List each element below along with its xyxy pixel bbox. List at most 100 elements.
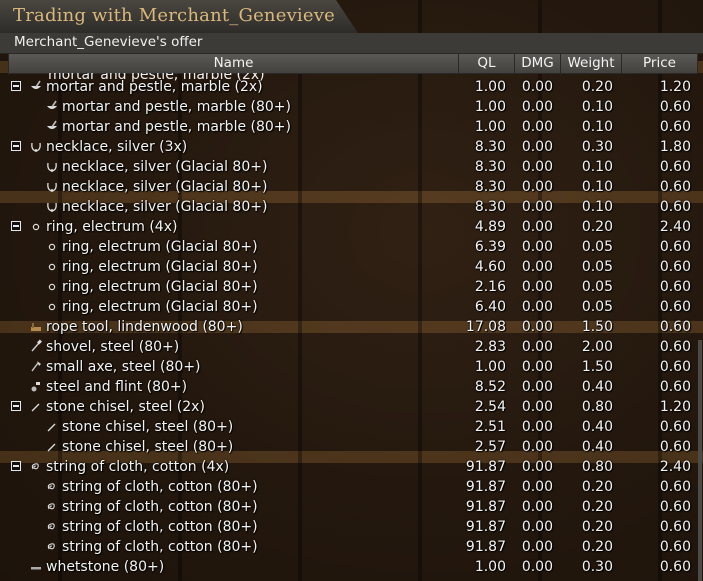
necklace-icon bbox=[46, 179, 58, 193]
item-row[interactable]: whetstone (80+) 1.00 0.00 0.30 0.60 bbox=[8, 557, 696, 577]
group-row[interactable]: ring, electrum (4x) 4.89 0.00 0.20 2.40 bbox=[8, 217, 696, 237]
column-header-ql[interactable]: QL bbox=[459, 54, 515, 73]
group-row[interactable]: necklace, silver (3x) 8.30 0.00 0.30 1.80 bbox=[8, 137, 696, 157]
ring-icon bbox=[30, 219, 42, 233]
item-weight: 0.05 bbox=[581, 279, 613, 295]
item-dmg: 0.00 bbox=[521, 299, 553, 315]
collapse-toggle-icon[interactable] bbox=[11, 81, 21, 91]
item-row[interactable]: steel and flint (80+) 8.52 0.00 0.40 0.60 bbox=[8, 377, 696, 397]
ring-icon bbox=[46, 239, 58, 253]
item-dmg: 0.00 bbox=[521, 459, 553, 475]
item-row[interactable]: string of cloth, cotton (80+) 91.87 0.00 0.… bbox=[8, 497, 696, 517]
item-name: necklace, silver (Glacial 80+) bbox=[62, 179, 268, 195]
item-dmg: 0.00 bbox=[521, 479, 553, 495]
item-dmg: 0.00 bbox=[521, 79, 553, 95]
item-name: steel and flint (80+) bbox=[46, 379, 188, 395]
item-dmg: 0.00 bbox=[521, 199, 553, 215]
column-header-dmg[interactable]: DMG bbox=[515, 54, 561, 73]
item-ql: 4.60 bbox=[474, 259, 506, 275]
item-row[interactable]: ring, electrum (Glacial 80+) 2.16 0.00 0.05… bbox=[8, 277, 696, 297]
item-weight: 0.10 bbox=[581, 99, 613, 115]
item-weight: 0.20 bbox=[581, 79, 613, 95]
item-ql: 91.87 bbox=[465, 519, 506, 535]
item-row[interactable]: string of cloth, cotton (80+) 91.87 0.00 0.… bbox=[8, 517, 696, 537]
item-weight: 0.80 bbox=[581, 459, 613, 475]
item-row[interactable]: stone chisel, steel (80+) 2.57 0.00 0.40 0.6… bbox=[8, 437, 696, 457]
group-row[interactable]: mortar and pestle, marble (2x) 1.00 0.00 0.… bbox=[8, 77, 696, 97]
item-ql: 91.87 bbox=[465, 539, 506, 555]
collapse-toggle-icon[interactable] bbox=[11, 461, 21, 471]
item-name: string of cloth, cotton (80+) bbox=[62, 519, 258, 535]
item-dmg: 0.00 bbox=[521, 359, 553, 375]
item-row[interactable]: necklace, silver (Glacial 80+) 8.30 0.00 0.… bbox=[8, 197, 696, 217]
item-dmg: 0.00 bbox=[521, 179, 553, 195]
item-row[interactable]: shovel, steel (80+) 2.83 0.00 2.00 0.60 bbox=[8, 337, 696, 357]
item-dmg: 0.00 bbox=[521, 499, 553, 515]
column-header-price[interactable]: Price bbox=[622, 54, 697, 73]
item-ql: 1.00 bbox=[474, 359, 506, 375]
scrollbar[interactable] bbox=[698, 340, 702, 581]
item-price: 0.60 bbox=[659, 179, 691, 195]
item-row[interactable]: string of cloth, cotton (80+) 91.87 0.00 0.… bbox=[8, 477, 696, 497]
item-weight: 0.30 bbox=[581, 559, 613, 575]
item-name: string of cloth, cotton (80+) bbox=[62, 499, 258, 515]
item-weight: 0.10 bbox=[581, 119, 613, 135]
group-row[interactable]: stone chisel, steel (2x) 2.54 0.00 0.80 1.20 bbox=[8, 397, 696, 417]
item-price: 0.60 bbox=[659, 239, 691, 255]
collapse-toggle-icon[interactable] bbox=[11, 401, 21, 411]
item-weight: 0.30 bbox=[581, 139, 613, 155]
item-name: string of cloth, cotton (80+) bbox=[62, 539, 258, 555]
collapse-toggle-icon[interactable] bbox=[11, 141, 21, 151]
necklace-icon bbox=[46, 159, 58, 173]
axe-icon bbox=[30, 359, 42, 373]
item-row[interactable]: mortar and pestle, marble (80+) 1.00 0.00 0… bbox=[8, 97, 696, 117]
item-price: 0.60 bbox=[659, 379, 691, 395]
item-row[interactable]: ring, electrum (Glacial 80+) 4.60 0.00 0.05… bbox=[8, 257, 696, 277]
item-row[interactable]: necklace, silver (Glacial 80+) 8.30 0.00 0.… bbox=[8, 177, 696, 197]
column-header-name[interactable]: Name bbox=[9, 54, 459, 73]
item-name: mortar and pestle, marble (80+) bbox=[62, 99, 291, 115]
item-price: 0.60 bbox=[659, 299, 691, 315]
item-row[interactable]: rope tool, lindenwood (80+) 17.08 0.00 1.50… bbox=[8, 317, 696, 337]
item-row[interactable]: small axe, steel (80+) 1.00 0.00 1.50 0.60 bbox=[8, 357, 696, 377]
item-row[interactable]: string of cloth, cotton (80+) 91.87 0.00 0.… bbox=[8, 537, 696, 557]
item-weight: 0.10 bbox=[581, 199, 613, 215]
chisel-icon bbox=[46, 419, 58, 433]
item-row[interactable]: ring, electrum (Glacial 80+) 6.40 0.00 0.05… bbox=[8, 297, 696, 317]
item-dmg: 0.00 bbox=[521, 339, 553, 355]
item-row[interactable]: stone chisel, steel (80+) 2.51 0.00 0.40 0.6… bbox=[8, 417, 696, 437]
item-weight: 0.20 bbox=[581, 499, 613, 515]
item-weight: 0.20 bbox=[581, 479, 613, 495]
window-title-tab[interactable]: Trading with Merchant_Genevieve bbox=[0, 0, 358, 33]
mortar-pestle-icon bbox=[46, 119, 58, 133]
item-name: stone chisel, steel (80+) bbox=[62, 439, 234, 455]
item-name: small axe, steel (80+) bbox=[46, 359, 201, 375]
item-dmg: 0.00 bbox=[521, 159, 553, 175]
item-ql: 8.52 bbox=[474, 379, 506, 395]
item-row[interactable]: ring, electrum (Glacial 80+) 6.39 0.00 0.05… bbox=[8, 237, 696, 257]
item-dmg: 0.00 bbox=[521, 399, 553, 415]
item-ql: 6.40 bbox=[474, 299, 506, 315]
item-dmg: 0.00 bbox=[521, 279, 553, 295]
string-cloth-icon bbox=[46, 479, 58, 493]
collapse-toggle-icon[interactable] bbox=[11, 221, 21, 231]
table-header: Name QL DMG Weight Price bbox=[8, 53, 698, 74]
column-header-weight[interactable]: Weight bbox=[561, 54, 622, 73]
item-dmg: 0.00 bbox=[521, 539, 553, 555]
mortar-pestle-icon bbox=[30, 79, 42, 93]
item-ql: 2.54 bbox=[474, 399, 506, 415]
string-cloth-icon bbox=[30, 459, 42, 473]
item-name: string of cloth, cotton (80+) bbox=[62, 479, 258, 495]
item-dmg: 0.00 bbox=[521, 559, 553, 575]
ring-icon bbox=[46, 279, 58, 293]
item-ql: 2.16 bbox=[474, 279, 506, 295]
item-weight: 0.05 bbox=[581, 299, 613, 315]
item-row[interactable]: necklace, silver (Glacial 80+) 8.30 0.00 0.… bbox=[8, 157, 696, 177]
item-row[interactable]: mortar and pestle, marble (80+) 1.00 0.00 0… bbox=[8, 117, 696, 137]
item-ql: 91.87 bbox=[465, 499, 506, 515]
item-weight: 0.20 bbox=[581, 219, 613, 235]
item-price: 2.40 bbox=[659, 219, 691, 235]
item-list[interactable]: mortar and pestle, marble (2x) mortar an… bbox=[8, 73, 696, 581]
group-row[interactable]: string of cloth, cotton (4x) 91.87 0.00 0.8… bbox=[8, 457, 696, 477]
item-weight: 0.40 bbox=[581, 419, 613, 435]
